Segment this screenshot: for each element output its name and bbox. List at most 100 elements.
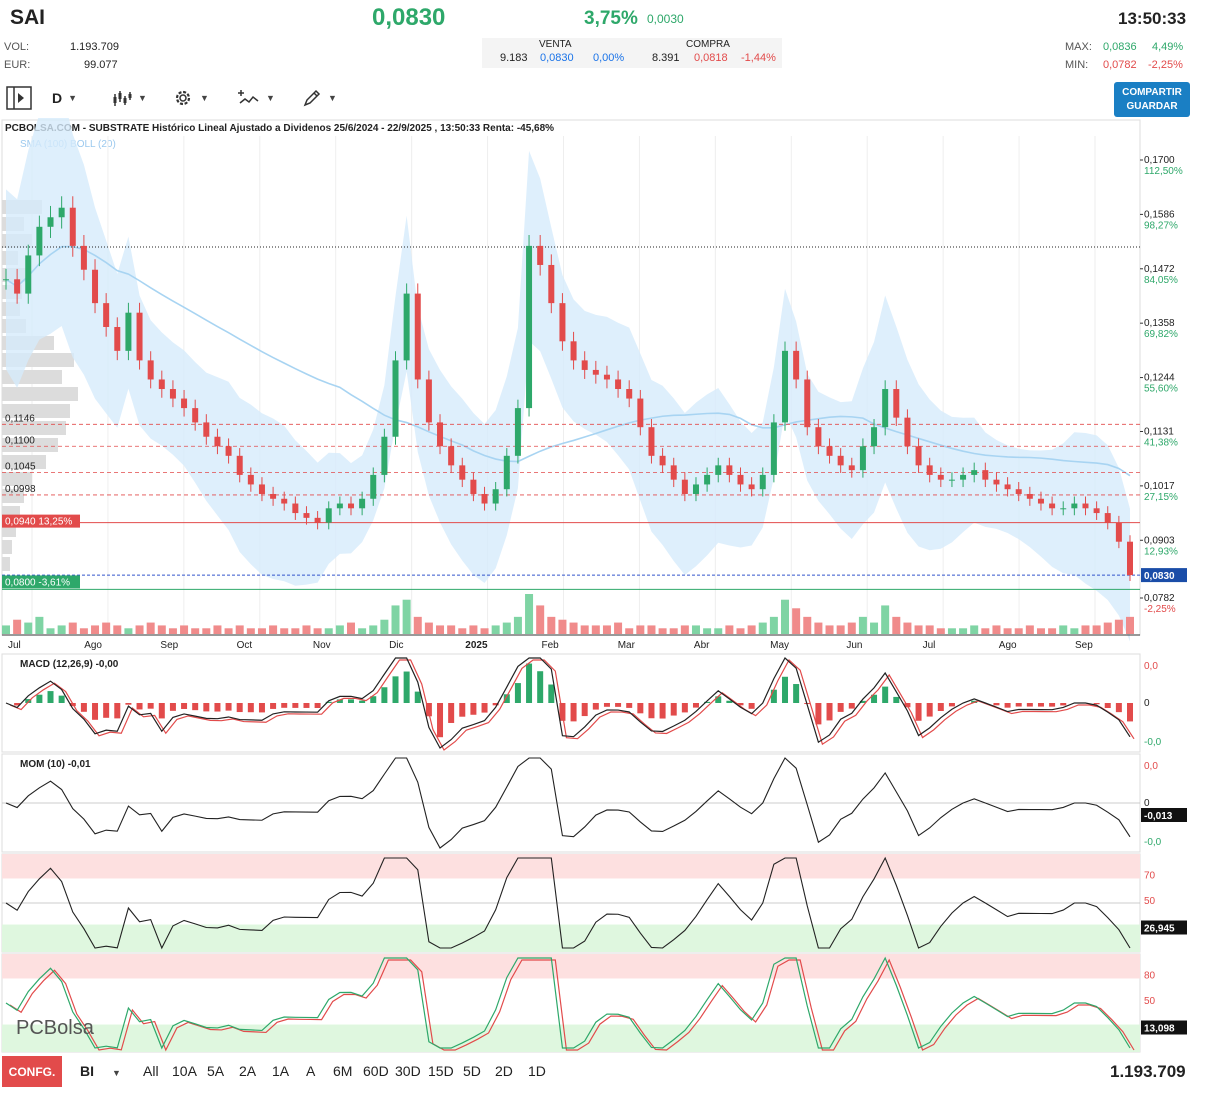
period-selector[interactable]: D ▼	[52, 86, 77, 110]
panel-value-tag-text: 13,098	[1144, 1024, 1175, 1035]
volume-bar	[424, 622, 433, 634]
volume-bar	[180, 625, 189, 634]
footer-volume: 1.193.709	[1110, 1062, 1186, 1081]
period-button-2a[interactable]: 2A	[239, 1063, 256, 1079]
candle-body	[236, 455, 243, 475]
volume-bar	[436, 625, 445, 634]
candle-body	[971, 470, 978, 475]
change-percent: 3,75%	[584, 8, 638, 29]
volume-bar	[803, 616, 812, 634]
drawing-tools-button[interactable]: ▼	[302, 86, 337, 110]
candle-body	[1115, 522, 1122, 542]
candle-body	[1004, 484, 1011, 490]
overbought-zone	[2, 954, 1140, 979]
period-button-15d[interactable]: 15D	[428, 1063, 454, 1079]
candle-body	[292, 503, 299, 514]
macd-histogram-bar	[414, 691, 421, 703]
overbought-zone	[2, 854, 1140, 879]
period-button-60d[interactable]: 60D	[363, 1063, 389, 1079]
macd-histogram-bar	[1004, 703, 1011, 708]
indicators-button[interactable]: ▼	[238, 86, 275, 110]
volume-bar	[858, 616, 867, 634]
x-tick-label: Ago	[84, 640, 102, 651]
period-button-1d[interactable]: 1D	[528, 1063, 546, 1079]
time-axis: Jul Ago Sep Oct Nov Dic 2025 Feb Mar Abr May Jun Jul…	[2, 634, 1140, 651]
macd-histogram-bar	[147, 703, 154, 709]
macd-histogram-bar	[1104, 703, 1111, 709]
x-tick-label: Ago	[999, 640, 1017, 651]
x-tick-label: Jun	[846, 640, 862, 651]
candle-body	[982, 470, 989, 480]
macd-histogram-bar	[381, 687, 388, 703]
period-button-30d[interactable]: 30D	[395, 1063, 421, 1079]
current-price-tag-text: 0,0830	[1144, 571, 1175, 582]
macd-histogram-bar	[592, 703, 599, 710]
x-tick-label: Feb	[542, 640, 560, 651]
volume-bar	[736, 628, 745, 634]
period-button-1a[interactable]: 1A	[272, 1063, 289, 1079]
volume-bar	[168, 628, 177, 634]
candle-body	[759, 474, 766, 490]
volume-bar	[413, 616, 422, 634]
chevron-down-icon: ▼	[68, 93, 78, 103]
macd-histogram-bar	[303, 703, 310, 708]
period-button-6m[interactable]: 6M	[333, 1063, 352, 1079]
volume-bar	[202, 628, 211, 634]
mode-selector[interactable]: BI ▼	[80, 1063, 121, 1079]
panel-axis-label: 0	[1144, 698, 1150, 709]
y-tick-percent: -2,25%	[1144, 604, 1176, 615]
candle-body	[1060, 508, 1067, 510]
candle-body	[414, 293, 421, 380]
period-button-all[interactable]: All	[143, 1063, 159, 1079]
settings-button[interactable]: ▼	[172, 86, 209, 110]
period-button-2d[interactable]: 2D	[495, 1063, 513, 1079]
candle-body	[403, 293, 410, 361]
macd-histogram-bar	[626, 703, 633, 708]
candle-body	[670, 465, 677, 480]
config-button[interactable]: CONFG.	[2, 1056, 62, 1087]
period-label: D	[52, 90, 63, 106]
volume-bar	[502, 622, 511, 634]
candle-body	[948, 479, 955, 481]
period-button-10a[interactable]: 10A	[172, 1063, 197, 1079]
period-button-5a[interactable]: 5A	[207, 1063, 224, 1079]
candle-body	[14, 279, 21, 294]
candle-body	[1015, 489, 1022, 494]
volume-bar	[792, 608, 801, 634]
macd-histogram-bar	[169, 703, 176, 711]
candle-body	[25, 255, 32, 294]
period-button-a[interactable]: A	[306, 1063, 315, 1079]
toggle-panel-button[interactable]	[6, 86, 32, 110]
share-save-button[interactable]: COMPARTIR GUARDAR	[1114, 82, 1190, 117]
volume-bar	[703, 628, 712, 634]
macd-histogram-bar	[225, 703, 232, 711]
candle-body	[459, 465, 466, 480]
chart-type-button[interactable]: ▼	[112, 86, 147, 110]
candle-body	[715, 465, 722, 475]
candle-body	[1049, 503, 1056, 509]
x-tick-label: Mar	[618, 640, 636, 651]
macd-histogram-bar	[347, 699, 354, 703]
y-tick-percent: 69,82%	[1144, 329, 1178, 340]
pcbolsa-logo: PCBolsa	[16, 1017, 95, 1039]
candle-body	[503, 455, 510, 490]
candle-body	[615, 379, 622, 390]
price-chart[interactable]: PCBOLSA.COM - SUBSTRATE Histórico Lineal…	[0, 118, 1205, 1058]
macd-histogram-bar	[125, 703, 132, 705]
candle-body	[815, 427, 822, 447]
macd-histogram-bar	[281, 703, 288, 708]
compra-percent: -1,44%	[741, 52, 776, 64]
macd-histogram-bar	[948, 703, 955, 707]
volume-bar	[280, 628, 289, 634]
candle-body	[169, 389, 176, 399]
volume-bar	[569, 622, 578, 634]
volume-bar	[636, 625, 645, 634]
candle-body	[281, 498, 288, 504]
bollinger-bands	[5, 118, 1131, 642]
macd-histogram-bar	[692, 703, 699, 708]
volume-bar	[469, 625, 478, 634]
period-button-5d[interactable]: 5D	[463, 1063, 481, 1079]
volume-bar	[614, 622, 623, 634]
green-level-text: 0,0800 -3,61%	[5, 577, 70, 588]
volume-profile-bar	[2, 540, 12, 554]
